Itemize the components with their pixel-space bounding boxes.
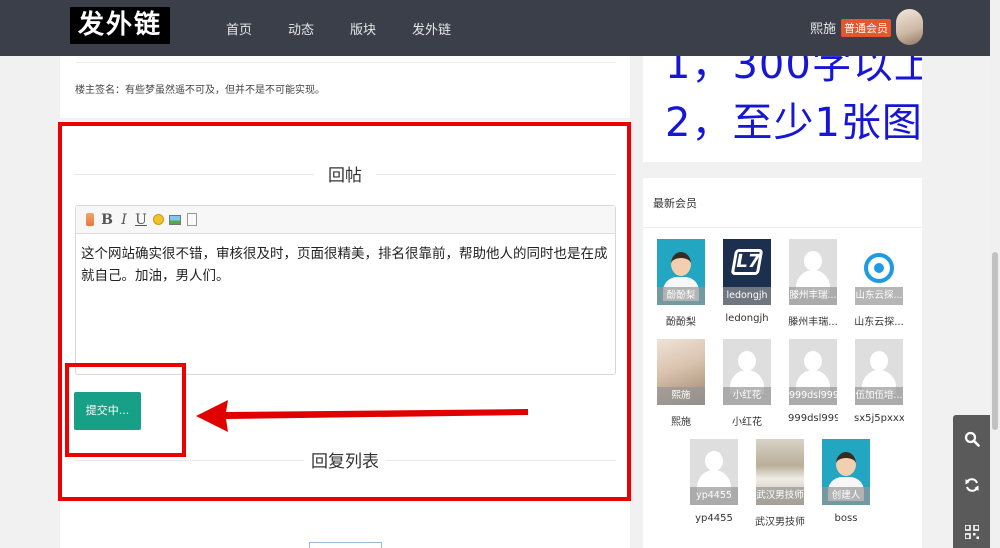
- member-item[interactable]: L7 ledongjh ledongjh: [722, 239, 772, 324]
- site-logo[interactable]: 发外链: [70, 7, 170, 44]
- reply-section-title: 回帖: [328, 166, 362, 186]
- rule-line-2: 2，至少1张图: [665, 100, 922, 146]
- editor-toolbar: B I U: [76, 206, 615, 234]
- male-avatar: 创建人: [822, 439, 870, 505]
- member-item[interactable]: 武汉男技师 武汉男技师: [755, 439, 805, 528]
- logo-avatar: L7 ledongjh: [723, 239, 771, 305]
- photo-avatar: 熙施: [657, 339, 705, 405]
- member-name: yp4455: [695, 513, 733, 524]
- member-item[interactable]: 999dsl999 999dsl999: [788, 339, 838, 424]
- member-overlay-name: 创建人: [822, 487, 870, 505]
- member-level-badge: 普通会员: [841, 19, 891, 37]
- member-overlay-name: 小红花: [723, 387, 771, 405]
- paint-brush-icon[interactable]: [83, 212, 97, 228]
- nav-forums[interactable]: 版块: [350, 19, 376, 38]
- floating-toolbar: [953, 415, 990, 548]
- placeholder-avatar: 999dsl999: [789, 339, 837, 405]
- member-item[interactable]: 熙施 熙施: [656, 339, 706, 428]
- divider: [386, 459, 616, 461]
- refresh-icon[interactable]: [953, 467, 990, 502]
- divider: [76, 62, 616, 63]
- member-overlay-name: 酚酚梨: [657, 287, 705, 305]
- member-item[interactable]: 滕州丰瑞... 滕州丰瑞...: [788, 239, 838, 328]
- brand-avatar: 山东云探...: [855, 239, 903, 305]
- posting-rules-card: 1，300字以上 2，至少1张图: [643, 56, 922, 162]
- member-item[interactable]: 酚酚梨 酚酚梨: [656, 239, 706, 328]
- emoji-icon[interactable]: [151, 212, 165, 228]
- placeholder-avatar: 小红花: [723, 339, 771, 405]
- member-name: 滕州丰瑞...: [788, 317, 838, 328]
- top-navbar: 发外链 首页 动态 版块 发外链 熙施 普通会员: [0, 0, 990, 56]
- reply-textarea[interactable]: 这个网站确实很不错，审核很及时，页面很精美，排名很靠前，帮助他人的同时也是在成就…: [76, 234, 615, 296]
- member-name: 999dsl999: [788, 413, 838, 424]
- bold-icon[interactable]: B: [100, 212, 114, 228]
- nav-home[interactable]: 首页: [226, 19, 252, 38]
- member-name: 酚酚梨: [666, 317, 696, 328]
- member-overlay-name: 武汉男技师: [756, 487, 804, 505]
- nav-post-links[interactable]: 发外链: [412, 19, 451, 38]
- main-nav: 首页 动态 版块 发外链: [226, 0, 487, 56]
- member-name: ledongjh: [725, 313, 769, 324]
- divider: [74, 173, 314, 175]
- member-item[interactable]: yp4455 yp4455: [689, 439, 739, 524]
- nav-activity[interactable]: 动态: [288, 19, 314, 38]
- member-overlay-name: 滕州丰瑞...: [789, 287, 837, 305]
- member-name: boss: [834, 513, 858, 524]
- member-item[interactable]: 伍加伍培... sx5j5pxxx: [854, 339, 904, 424]
- reply-editor: B I U 这个网站确实很不错，审核很及时，页面很精美，排名很靠前，帮助他人的同…: [75, 205, 616, 375]
- pagination-button[interactable]: [309, 542, 382, 548]
- scrollbar-thumb[interactable]: [992, 252, 998, 430]
- member-overlay-name: 山东云探...: [855, 287, 903, 305]
- member-overlay-name: ledongjh: [723, 287, 771, 305]
- post-footer-card: 楼主签名：有些梦虽然遥不可及，但并不是不可能实现。: [60, 56, 630, 118]
- member-name: 小红花: [732, 417, 762, 428]
- member-overlay-name: yp4455: [690, 487, 738, 505]
- divider: [376, 173, 616, 175]
- reply-list-title: 回复列表: [311, 452, 379, 472]
- divider: [643, 227, 922, 228]
- members-title: 最新会员: [653, 197, 697, 210]
- member-overlay-name: 伍加伍培...: [855, 387, 903, 405]
- reply-list-heading: 回复列表: [60, 447, 630, 472]
- member-name: sx5j5pxxx: [854, 413, 904, 424]
- rule-line-1: 1，300字以上: [665, 56, 922, 88]
- placeholder-avatar: 伍加伍培...: [855, 339, 903, 405]
- placeholder-avatar: 滕州丰瑞...: [789, 239, 837, 305]
- reply-card: 回帖 B I U 这个网站确实很不错，审核很及时，页面很精美，排名很靠前，帮助他…: [60, 121, 630, 548]
- divider: [74, 459, 304, 461]
- search-icon[interactable]: [953, 421, 990, 456]
- italic-icon[interactable]: I: [117, 212, 131, 228]
- reply-section-heading: 回帖: [60, 161, 630, 186]
- member-item[interactable]: 小红花 小红花: [722, 339, 772, 428]
- underline-icon[interactable]: U: [134, 212, 148, 228]
- file-icon[interactable]: [185, 212, 199, 228]
- user-avatar[interactable]: [896, 9, 923, 45]
- newest-members-card: 最新会员 酚酚梨 酚酚梨 L7 ledongjh ledongjh 滕州丰瑞..…: [643, 178, 922, 548]
- member-overlay-name: 熙施: [657, 387, 705, 405]
- member-item[interactable]: 创建人 boss: [821, 439, 871, 524]
- member-name: 熙施: [671, 417, 691, 428]
- image-icon[interactable]: [168, 212, 182, 228]
- qrcode-icon[interactable]: [953, 514, 990, 548]
- member-name: 武汉男技师: [755, 517, 805, 528]
- page-scrollbar[interactable]: [990, 0, 1000, 548]
- placeholder-avatar: yp4455: [690, 439, 738, 505]
- user-name[interactable]: 熙施: [810, 18, 836, 37]
- member-item[interactable]: 山东云探... 山东云探...: [854, 239, 904, 328]
- male-avatar: 酚酚梨: [657, 239, 705, 305]
- room-avatar: 武汉男技师: [756, 439, 804, 505]
- author-signature: 楼主签名：有些梦虽然遥不可及，但并不是不可能实现。: [75, 85, 325, 96]
- submit-button[interactable]: 提交中...: [74, 392, 141, 430]
- member-name: 山东云探...: [854, 317, 904, 328]
- member-overlay-name: 999dsl999: [789, 387, 837, 405]
